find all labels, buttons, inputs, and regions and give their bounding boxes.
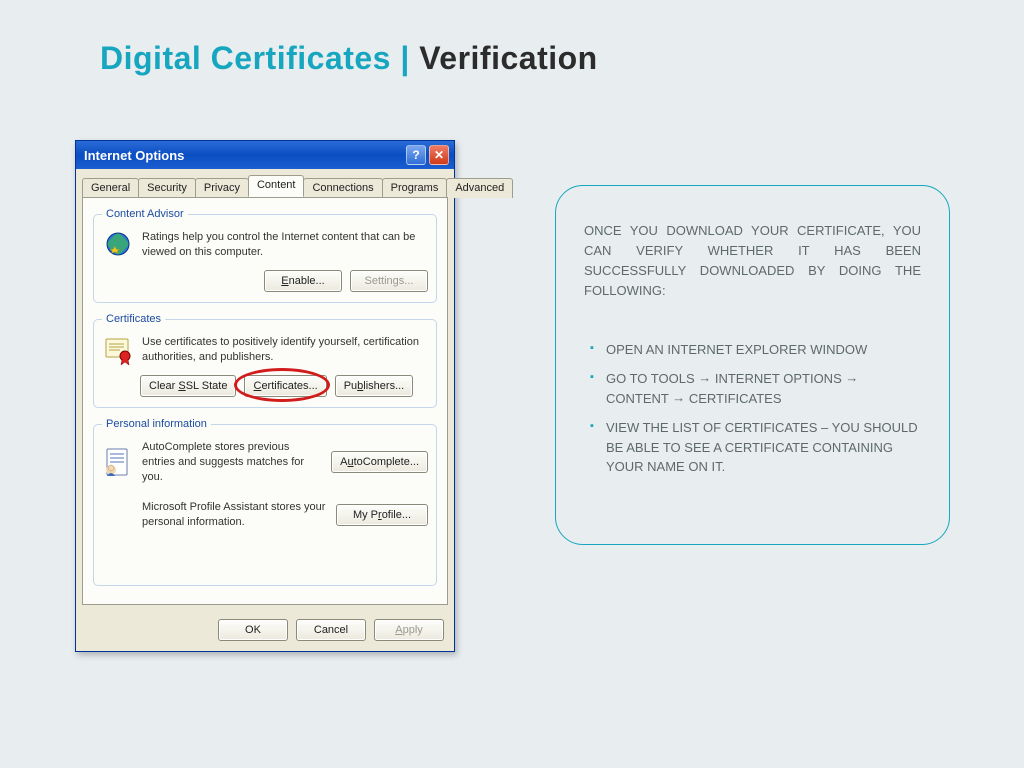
slide-title: Digital Certificates | Verification: [100, 40, 598, 77]
titlebar-text: Internet Options: [84, 148, 184, 163]
clear-ssl-button[interactable]: Clear SSL State: [140, 375, 236, 397]
tab-security[interactable]: Security: [138, 178, 196, 198]
callout-item-2: Go to Tools → Internet Options → Content…: [584, 369, 921, 408]
tab-general[interactable]: General: [82, 178, 139, 198]
help-button[interactable]: ?: [406, 145, 426, 165]
callout-item-3: View the list of certificates – you shou…: [584, 418, 921, 477]
personal-info-legend: Personal information: [102, 418, 211, 430]
tab-content[interactable]: Content: [248, 175, 305, 197]
tab-privacy[interactable]: Privacy: [195, 178, 249, 198]
dialog-footer: OK Cancel Apply: [76, 611, 454, 651]
certificate-icon: [102, 335, 134, 367]
tab-programs[interactable]: Programs: [382, 178, 448, 198]
apply-button: Apply: [374, 619, 444, 641]
certificates-group: Certificates Use certificates to positiv…: [93, 313, 437, 408]
content-advisor-legend: Content Advisor: [102, 208, 188, 220]
cancel-button[interactable]: Cancel: [296, 619, 366, 641]
title-part2: Verification: [419, 40, 598, 76]
ok-button[interactable]: OK: [218, 619, 288, 641]
tabstrip: General Security Privacy Content Connect…: [76, 169, 454, 197]
settings-button: Settings...: [350, 270, 428, 292]
personal-info-group: Personal information AutoComplete stores…: [93, 418, 437, 586]
tab-connections[interactable]: Connections: [303, 178, 382, 198]
titlebar-buttons: ? ✕: [406, 145, 449, 165]
profile-spacer-icon: [102, 499, 134, 531]
title-separator: |: [400, 40, 419, 76]
enable-button[interactable]: Enable...: [264, 270, 342, 292]
tab-advanced[interactable]: Advanced: [446, 178, 513, 198]
publishers-button[interactable]: Publishers...: [335, 375, 414, 397]
callout-list: Open an Internet Explorer window Go to T…: [584, 340, 921, 477]
globe-icon: [102, 230, 134, 262]
callout-intro: Once you download your certificate, you …: [584, 221, 921, 322]
callout-item-1: Open an Internet Explorer window: [584, 340, 921, 360]
autocomplete-text: AutoComplete stores previous entries and…: [142, 440, 323, 485]
title-part1: Digital Certificates: [100, 40, 400, 76]
certificates-text: Use certificates to positively identify …: [142, 335, 428, 365]
certificates-legend: Certificates: [102, 313, 165, 325]
close-button[interactable]: ✕: [429, 145, 449, 165]
autocomplete-button[interactable]: AutoComplete...: [331, 451, 428, 473]
my-profile-button[interactable]: My Profile...: [336, 504, 428, 526]
content-advisor-text: Ratings help you control the Internet co…: [142, 230, 428, 260]
content-advisor-group: Content Advisor Ratings help you control…: [93, 208, 437, 303]
titlebar[interactable]: Internet Options ? ✕: [76, 141, 454, 169]
instructions-callout: Once you download your certificate, you …: [555, 185, 950, 545]
profile-text: Microsoft Profile Assistant stores your …: [142, 500, 328, 530]
content-tabpanel: Content Advisor Ratings help you control…: [82, 197, 448, 605]
autocomplete-icon: [102, 446, 134, 478]
internet-options-dialog: Internet Options ? ✕ General Security Pr…: [75, 140, 455, 652]
certificates-button[interactable]: Certificates...: [244, 375, 326, 397]
